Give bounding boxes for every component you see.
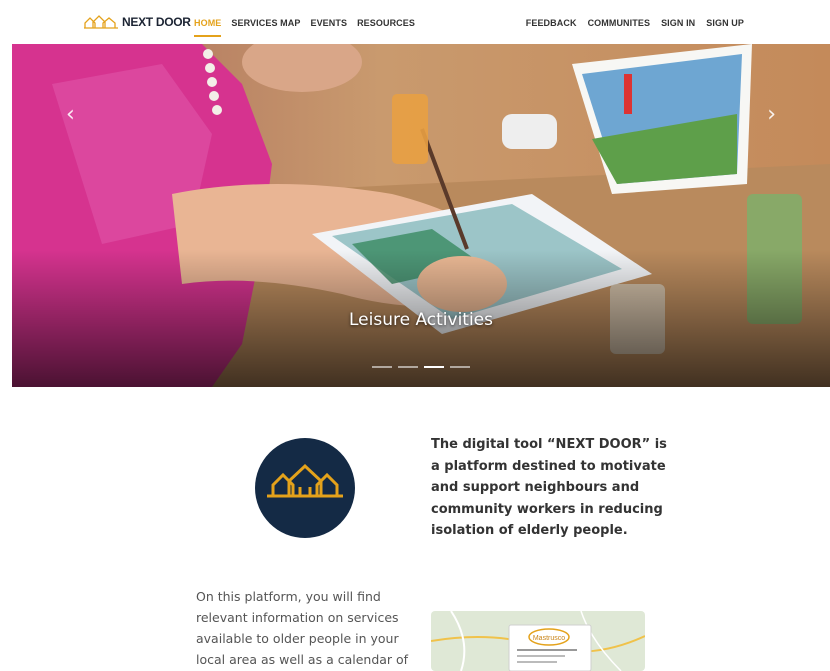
map-preview-label: Mastrusco — [533, 635, 565, 642]
nav-primary: HOME SERVICES MAP EVENTS RESOURCES — [194, 18, 425, 37]
hero-carousel[interactable]: ‹ › Leisure Activities — [12, 44, 830, 387]
page: NEXT DOOR HOME SERVICES MAP EVENTS RESOU… — [12, 0, 830, 671]
carousel-indicator-active[interactable] — [424, 366, 444, 368]
map-image: Mastrusco — [431, 611, 645, 671]
chevron-left-icon[interactable]: ‹ — [66, 102, 75, 127]
hero-image — [12, 44, 830, 387]
navbar: NEXT DOOR HOME SERVICES MAP EVENTS RESOU… — [12, 0, 830, 44]
carousel-indicators — [372, 366, 476, 368]
carousel-indicator[interactable] — [450, 366, 470, 368]
intro-text: The digital tool “NEXT DOOR” is a platfo… — [431, 437, 667, 538]
nav-communities[interactable]: COMMUNITES — [588, 18, 651, 28]
nav-services-map[interactable]: SERVICES MAP — [231, 18, 300, 37]
nav-secondary: FEEDBACK COMMUNITES SIGN IN SIGN UP — [515, 18, 744, 28]
carousel-indicator[interactable] — [372, 366, 392, 368]
nav-sign-up[interactable]: SIGN UP — [706, 18, 744, 28]
carousel-indicator[interactable] — [398, 366, 418, 368]
nav-feedback[interactable]: FEEDBACK — [526, 18, 577, 28]
body-text: On this platform, you will find relevant… — [196, 589, 409, 667]
chevron-right-icon[interactable]: › — [767, 102, 776, 127]
nav-sign-in[interactable]: SIGN IN — [661, 18, 695, 28]
houses-logo-icon — [84, 15, 118, 29]
hero-caption: Leisure Activities — [348, 310, 494, 330]
next-door-emblem — [255, 438, 355, 538]
nav-resources[interactable]: RESOURCES — [357, 18, 415, 37]
services-map-preview[interactable]: Mastrusco — [431, 611, 645, 671]
nav-home[interactable]: HOME — [194, 18, 222, 37]
nav-events[interactable]: EVENTS — [310, 18, 347, 37]
houses-logo-icon — [267, 463, 343, 498]
brand-logo[interactable]: NEXT DOOR — [84, 15, 191, 29]
brand-name: NEXT DOOR — [122, 15, 191, 29]
